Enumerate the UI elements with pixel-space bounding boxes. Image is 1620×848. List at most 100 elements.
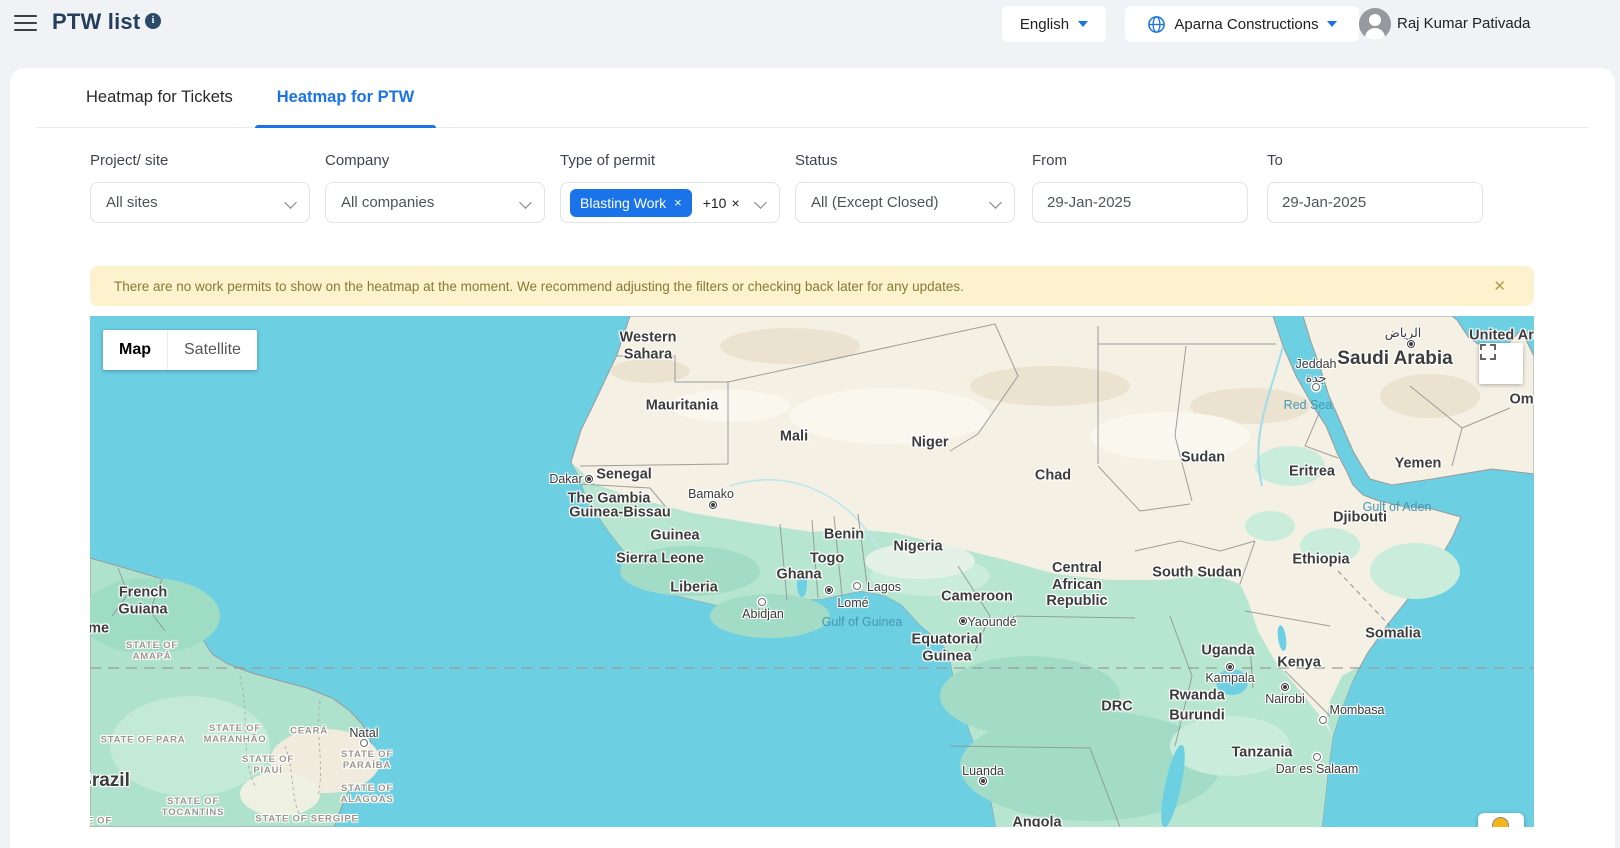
map-label-benin: Benin — [824, 527, 864, 544]
map-label-state-of: STATE OF — [90, 817, 112, 827]
city-marker — [758, 598, 766, 606]
map-label-burundi: Burundi — [1169, 708, 1225, 725]
map-label-suriname: Suriname — [90, 621, 109, 638]
filter-project-site: Project/ site All sites — [90, 152, 310, 223]
chevron-down-icon — [989, 196, 1002, 209]
map-label-sudan: Sudan — [1181, 450, 1225, 467]
city-marker — [853, 582, 861, 590]
status-select[interactable]: All (Except Closed) — [795, 182, 1015, 223]
map-label-abidjan: Abidjan — [742, 607, 784, 621]
fullscreen-button[interactable] — [1479, 343, 1523, 384]
main-card: Heatmap for Tickets Heatmap for PTW Proj… — [10, 68, 1615, 848]
map-label-kampala: Kampala — [1205, 671, 1254, 685]
map-label-label: الرياض — [1385, 326, 1422, 340]
organization-dropdown[interactable]: Aparna Constructions — [1125, 6, 1359, 42]
map-label-uganda: Uganda — [1201, 643, 1254, 660]
permit-more-count: +10 — [703, 195, 727, 211]
project-site-select[interactable]: All sites — [90, 182, 310, 223]
map-label-sierra-leone: Sierra Leone — [616, 551, 704, 568]
pegman-control[interactable] — [1478, 813, 1524, 827]
map-label-united-arab: United Arab — [1469, 328, 1534, 345]
map-label-state-of-par: STATE OF PARÁ — [101, 736, 186, 747]
hamburger-menu-icon[interactable] — [14, 15, 37, 33]
to-label: To — [1267, 152, 1483, 169]
map-label-angola: Angola — [1012, 815, 1061, 827]
organization-label: Aparna Constructions — [1174, 16, 1318, 33]
map-label-dar-es-salaam: Dar es Salaam — [1276, 762, 1359, 776]
map-label-gulf-of-aden: Gulf of Aden — [1363, 500, 1432, 514]
map-label-eritrea: Eritrea — [1289, 464, 1335, 481]
map-button[interactable]: Map — [103, 330, 167, 370]
map-label-dakar: Dakar — [549, 472, 582, 486]
permit-chip[interactable]: Blasting Work × — [570, 189, 692, 217]
banner-close-icon[interactable]: ✕ — [1489, 275, 1510, 297]
city-marker — [1319, 716, 1327, 724]
to-date-input[interactable] — [1267, 182, 1483, 223]
map-label-state-of-sergipe: STATE OF SERGIPE — [255, 815, 358, 826]
map-label-somalia: Somalia — [1365, 626, 1421, 643]
more-remove-icon[interactable]: × — [731, 195, 739, 211]
city-marker — [585, 475, 593, 483]
page-title: PTW list — [52, 9, 140, 35]
map-label-ethiopia: Ethiopia — [1292, 552, 1349, 569]
language-dropdown[interactable]: English — [1002, 6, 1106, 42]
city-marker — [709, 501, 717, 509]
map-label-french-guiana: French Guiana — [118, 584, 167, 617]
map-label-tanzania: Tanzania — [1232, 745, 1293, 762]
map-label-state-of-maranh-o: STATE OF MARANHÃO — [204, 724, 267, 746]
map-label-red-sea: Red Sea — [1284, 398, 1333, 412]
map-label-ghana: Ghana — [776, 567, 821, 584]
map-label-rwanda: Rwanda — [1169, 688, 1225, 705]
city-marker — [1281, 683, 1289, 691]
project-site-label: Project/ site — [90, 152, 310, 169]
tab-heatmap-for-ptw[interactable]: Heatmap for PTW — [255, 68, 437, 127]
map-label-lom: Lomé — [837, 596, 868, 610]
avatar[interactable] — [1359, 8, 1391, 40]
map-label-mali: Mali — [780, 429, 808, 446]
map-label-djibouti: Djibouti — [1333, 510, 1387, 527]
from-label: From — [1032, 152, 1248, 169]
satellite-button[interactable]: Satellite — [167, 330, 257, 370]
user-name: Raj Kumar Pativada — [1397, 15, 1530, 32]
map-label-cear: CEARÁ — [290, 727, 328, 738]
city-marker — [959, 617, 967, 625]
map-label-south-sudan: South Sudan — [1152, 565, 1241, 582]
map-label-oman: Oman — [1509, 392, 1534, 409]
map-label-kenya: Kenya — [1277, 655, 1321, 672]
from-date-input[interactable] — [1032, 182, 1248, 223]
map-label-guinea-bissau: Guinea-Bissau — [569, 505, 671, 522]
status-label: Status — [795, 152, 1015, 169]
company-select[interactable]: All companies — [325, 182, 545, 223]
map-label-brazil: Brazil — [90, 770, 130, 792]
map-label-state-of-alagoas: STATE OF ALAGOAS — [340, 784, 393, 806]
city-marker — [1226, 663, 1234, 671]
tabs-row: Heatmap for Tickets Heatmap for PTW — [36, 68, 1589, 128]
permit-type-multiselect[interactable]: Blasting Work × +10 × — [560, 182, 780, 223]
info-icon[interactable]: i — [145, 13, 161, 29]
filter-permit-type: Type of permit Blasting Work × +10 × — [560, 152, 780, 223]
map-label-lagos: Lagos — [867, 580, 901, 594]
map-labels-layer: Western SaharaMauritaniaMaliNigerChadSud… — [90, 316, 1534, 827]
fullscreen-icon — [1479, 343, 1497, 361]
map-label-gulf-of-guinea: Gulf of Guinea — [822, 615, 903, 629]
filter-from: From — [1032, 152, 1248, 223]
company-label: Company — [325, 152, 545, 169]
map-label-jeddah: Jeddah — [1295, 357, 1336, 371]
map-label-central-african-republic: Central African Republic — [1046, 560, 1107, 610]
city-marker — [1312, 383, 1320, 391]
map-label-togo: Togo — [810, 551, 844, 568]
map-label-yemen: Yemen — [1395, 456, 1442, 473]
map-label-cameroon: Cameroon — [941, 589, 1013, 606]
map-label-state-of-piau: STATE OF PIAUÍ — [242, 755, 294, 777]
map-label-chad: Chad — [1035, 468, 1071, 485]
pegman-icon — [1492, 817, 1509, 827]
permit-type-label: Type of permit — [560, 152, 780, 169]
filter-company: Company All companies — [325, 152, 545, 223]
map-canvas[interactable]: Western SaharaMauritaniaMaliNigerChadSud… — [90, 316, 1534, 827]
map-label-western-sahara: Western Sahara — [620, 329, 677, 362]
no-permits-banner: There are no work permits to show on the… — [90, 266, 1534, 306]
banner-message: There are no work permits to show on the… — [114, 279, 1489, 294]
chip-remove-icon[interactable]: × — [674, 195, 682, 210]
tab-heatmap-for-tickets[interactable]: Heatmap for Tickets — [64, 68, 255, 127]
map-label-saudi-arabia: Saudi Arabia — [1337, 348, 1452, 370]
